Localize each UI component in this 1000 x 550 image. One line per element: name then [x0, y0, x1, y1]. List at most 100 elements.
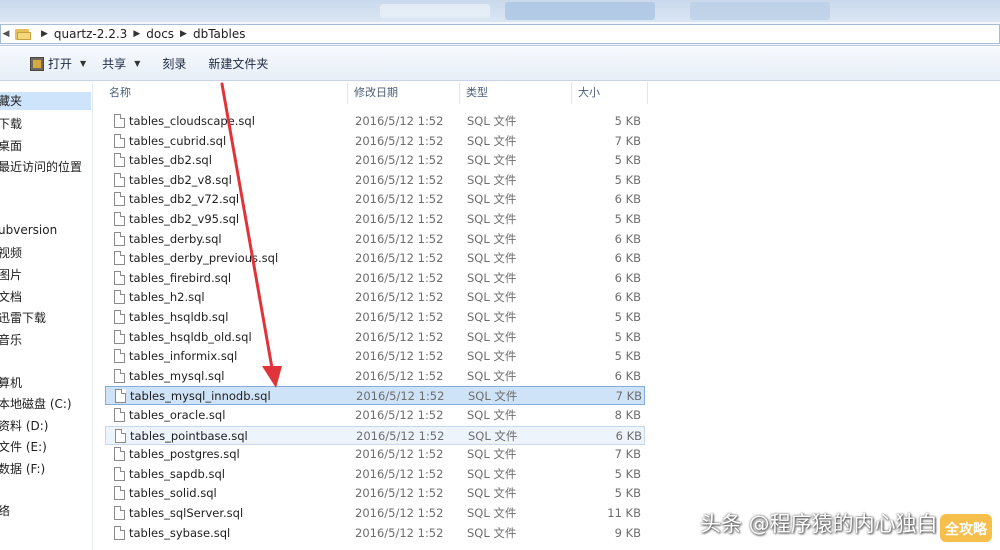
file-size: 6 KB	[614, 251, 641, 265]
file-row[interactable]: tables_hsqldb.sql 2016/5/12 1:52 SQL 文件 5 K…	[105, 308, 645, 327]
nav-item-drive-c[interactable]: 本地磁盘 (C:)	[0, 395, 72, 412]
file-row[interactable]: tables_derby.sql 2016/5/12 1:52 SQL 文件 6 KB	[105, 230, 645, 249]
watermark-logo-text: 全攻略	[944, 521, 988, 538]
file-row[interactable]: tables_sqlServer.sql 2016/5/12 1:52 SQL 文件…	[105, 504, 645, 523]
new-folder-button[interactable]: 新建文件夹	[200, 52, 276, 76]
nav-item-drive-d[interactable]: 资料 (D:)	[0, 417, 48, 434]
sql-file-icon	[114, 114, 125, 128]
file-size: 5 KB	[614, 349, 641, 363]
file-row[interactable]: tables_mysql_innodb.sql 2016/5/12 1:52 SQL…	[105, 386, 645, 405]
nav-item-recent-places[interactable]: 最近访问的位置	[0, 158, 82, 175]
nav-item-network[interactable]: 络	[0, 502, 10, 519]
sql-file-icon	[114, 251, 125, 265]
sql-file-icon	[115, 429, 126, 443]
file-name: tables_pointbase.sql	[130, 429, 248, 443]
file-name: tables_db2_v95.sql	[129, 212, 240, 226]
file-size: 6 KB	[614, 369, 641, 383]
nav-item-favorites[interactable]: 藏夹	[0, 92, 91, 110]
file-row[interactable]: tables_h2.sql 2016/5/12 1:52 SQL 文件 6 KB	[105, 288, 645, 307]
file-row[interactable]: tables_oracle.sql 2016/5/12 1:52 SQL 文件 8 K…	[105, 406, 645, 425]
file-row[interactable]: tables_mysql.sql 2016/5/12 1:52 SQL 文件 6 KB	[105, 367, 645, 386]
chevron-right-icon[interactable]: ▶	[129, 29, 144, 39]
nav-item-computer[interactable]: 算机	[0, 374, 22, 391]
file-name: tables_derby_previous.sql	[129, 251, 279, 265]
sql-file-icon	[114, 310, 125, 324]
file-row[interactable]: tables_postgres.sql 2016/5/12 1:52 SQL 文件 7…	[105, 445, 645, 464]
file-row[interactable]: tables_db2_v72.sql 2016/5/12 1:52 SQL 文件 6 …	[105, 190, 645, 209]
file-row[interactable]: tables_informix.sql 2016/5/12 1:52 SQL 文件 5…	[105, 347, 645, 366]
address-field[interactable]: ◀ ▶ quartz-2.2.3 ▶ docs ▶ dbTables	[0, 24, 1000, 44]
file-size: 8 KB	[614, 408, 641, 422]
burn-button[interactable]: 刻录	[154, 52, 194, 76]
file-row[interactable]: tables_db2.sql 2016/5/12 1:52 SQL 文件 5 KB	[105, 151, 645, 170]
file-size: 7 KB	[615, 389, 642, 403]
sql-file-icon	[114, 526, 125, 540]
file-type: SQL 文件	[467, 271, 517, 285]
new-folder-label: 新建文件夹	[208, 57, 269, 71]
file-row[interactable]: tables_firebird.sql 2016/5/12 1:52 SQL 文件 6…	[105, 269, 645, 288]
file-date: 2016/5/12 1:52	[355, 114, 444, 128]
file-name: tables_mysql_innodb.sql	[130, 389, 271, 403]
file-type: SQL 文件	[467, 486, 517, 500]
file-date: 2016/5/12 1:52	[356, 429, 445, 443]
file-type: SQL 文件	[467, 114, 517, 128]
file-date: 2016/5/12 1:52	[355, 349, 444, 363]
nav-item-drive-e[interactable]: 文件 (E:)	[0, 438, 47, 455]
column-header-type[interactable]: 类型	[460, 82, 572, 104]
open-label: 打开	[48, 57, 73, 71]
nav-item-thunder-downloads[interactable]: 迅雷下载	[0, 309, 46, 326]
file-row[interactable]: tables_sybase.sql 2016/5/12 1:52 SQL 文件 9 K…	[105, 524, 645, 543]
file-name: tables_sqlServer.sql	[129, 506, 244, 520]
command-toolbar: 打开 ▼ 共享 ▼ 刻录 新建文件夹	[0, 47, 1000, 81]
file-name: tables_hsqldb_old.sql	[129, 330, 252, 344]
nav-item-pictures[interactable]: 图片	[0, 266, 22, 283]
nav-item-drive-f[interactable]: 数据 (F:)	[0, 460, 45, 477]
chevron-right-icon[interactable]: ▶	[37, 29, 52, 39]
column-header-date[interactable]: 修改日期	[348, 82, 460, 104]
file-name: tables_hsqldb.sql	[129, 310, 229, 324]
file-row[interactable]: tables_cubrid.sql 2016/5/12 1:52 SQL 文件 7 K…	[105, 132, 645, 151]
file-date: 2016/5/12 1:52	[355, 232, 444, 246]
file-type: SQL 文件	[467, 232, 517, 246]
file-type: SQL 文件	[467, 506, 517, 520]
column-header-size[interactable]: 大小	[572, 82, 648, 104]
sql-file-icon	[114, 271, 125, 285]
sql-file-icon	[114, 173, 125, 187]
file-row[interactable]: tables_cloudscape.sql 2016/5/12 1:52 SQL 文…	[105, 112, 645, 131]
file-date: 2016/5/12 1:52	[355, 447, 444, 461]
folder-icon	[15, 28, 31, 40]
file-type: SQL 文件	[467, 134, 517, 148]
share-button[interactable]: 共享 ▼	[94, 52, 148, 76]
file-name: tables_derby.sql	[129, 232, 222, 246]
file-date: 2016/5/12 1:52	[355, 310, 444, 324]
nav-item-desktop[interactable]: 桌面	[0, 137, 22, 154]
column-header-name[interactable]: 名称	[103, 82, 348, 104]
chevron-left-icon[interactable]: ◀	[1, 29, 11, 39]
breadcrumb-quartz[interactable]: quartz-2.2.3	[52, 27, 129, 41]
file-size: 6 KB	[614, 192, 641, 206]
nav-item-downloads[interactable]: 下载	[0, 115, 22, 132]
file-row[interactable]: tables_pointbase.sql 2016/5/12 1:52 SQL 文件…	[105, 426, 645, 445]
file-date: 2016/5/12 1:52	[355, 408, 444, 422]
open-icon	[30, 56, 44, 71]
file-row[interactable]: tables_derby_previous.sql 2016/5/12 1:52 S…	[105, 249, 645, 268]
file-date: 2016/5/12 1:52	[355, 506, 444, 520]
nav-item-documents[interactable]: 文档	[0, 288, 22, 305]
sql-file-icon	[114, 232, 125, 246]
file-row[interactable]: tables_hsqldb_old.sql 2016/5/12 1:52 SQL 文…	[105, 328, 645, 347]
file-name: tables_db2.sql	[129, 153, 212, 167]
breadcrumb-docs[interactable]: docs	[144, 27, 176, 41]
file-date: 2016/5/12 1:52	[355, 467, 444, 481]
file-row[interactable]: tables_sapdb.sql 2016/5/12 1:52 SQL 文件 5 KB	[105, 465, 645, 484]
window-title-strip	[0, 0, 1000, 22]
nav-item-music[interactable]: 音乐	[0, 331, 22, 348]
file-row[interactable]: tables_solid.sql 2016/5/12 1:52 SQL 文件 5 KB	[105, 484, 645, 503]
file-size: 7 KB	[614, 134, 641, 148]
nav-item-subversion[interactable]: ubversion	[0, 223, 57, 237]
nav-item-videos[interactable]: 视频	[0, 244, 22, 261]
file-row[interactable]: tables_db2_v8.sql 2016/5/12 1:52 SQL 文件 5 K…	[105, 171, 645, 190]
breadcrumb-dbtables[interactable]: dbTables	[191, 27, 248, 41]
open-button[interactable]: 打开 ▼	[22, 52, 94, 76]
chevron-right-icon[interactable]: ▶	[176, 29, 191, 39]
file-row[interactable]: tables_db2_v95.sql 2016/5/12 1:52 SQL 文件 5 …	[105, 210, 645, 229]
